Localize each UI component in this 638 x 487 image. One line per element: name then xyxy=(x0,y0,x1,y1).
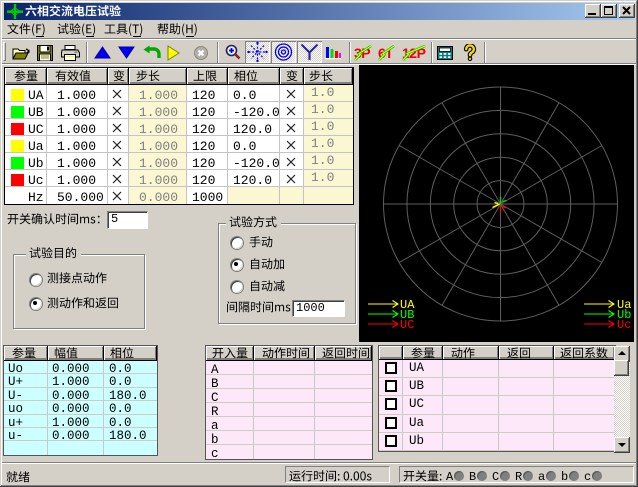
svg-text:Uc: Uc xyxy=(617,318,631,332)
svg-text:UC: UC xyxy=(400,318,414,332)
